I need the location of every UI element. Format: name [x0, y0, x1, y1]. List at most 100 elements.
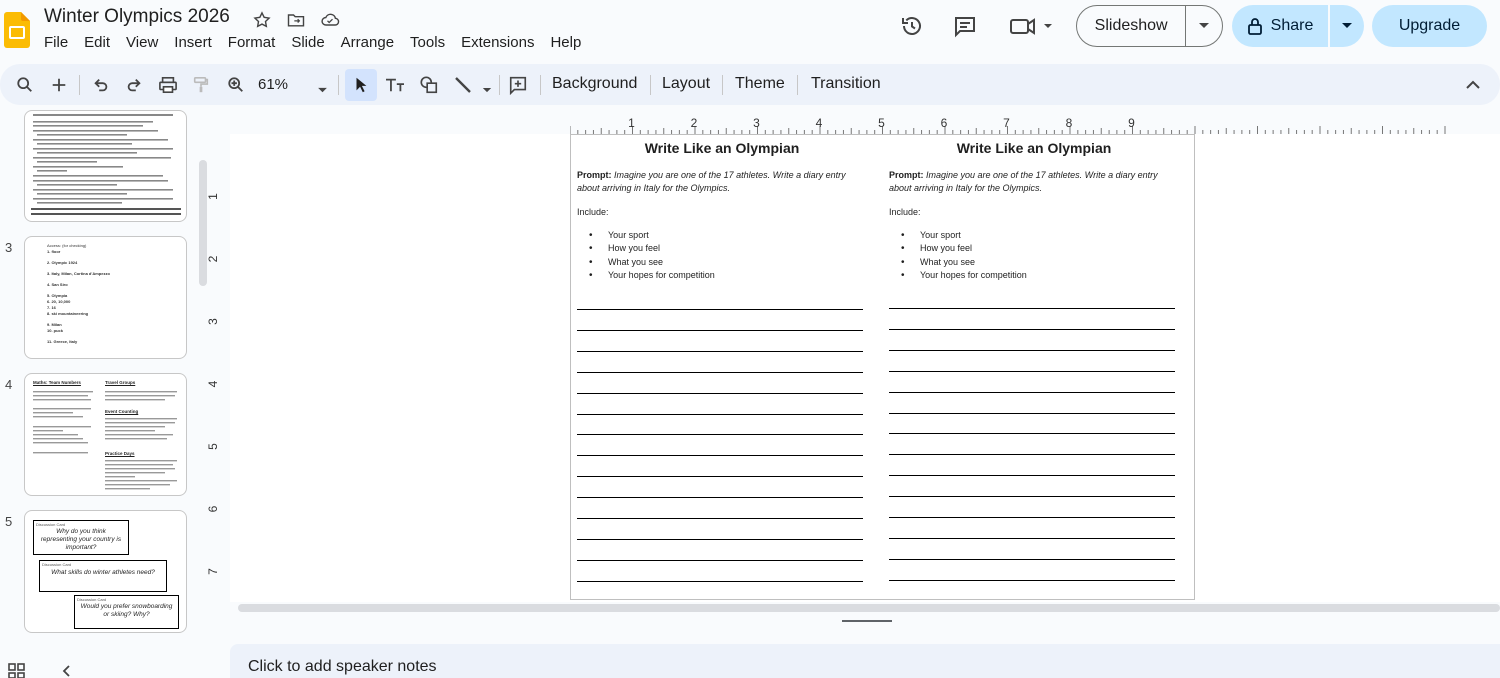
answer-line: 11. Greece, Italy [47, 339, 78, 344]
writing-line [889, 475, 1175, 477]
line-icon[interactable] [450, 72, 476, 98]
comments-icon[interactable] [951, 12, 979, 40]
discussion-card: Discussion Card Why do you think represe… [33, 520, 129, 555]
bullet-list: Your sport How you feel What you see You… [577, 229, 715, 283]
writing-line [889, 517, 1175, 518]
discussion-card-text: What skills do winter athletes need? [51, 569, 155, 576]
menu-format[interactable]: Format [220, 32, 284, 54]
menu-arrange[interactable]: Arrange [333, 32, 402, 54]
slide-thumbnail-4[interactable]: Maths: Team Numbers Travel Groups Event … [24, 373, 187, 496]
writing-line [889, 412, 1175, 414]
chevron-down-icon [1342, 23, 1352, 28]
upgrade-button[interactable]: Upgrade [1372, 5, 1487, 47]
canvas-horizontal-scrollbar[interactable] [238, 604, 1500, 612]
toolbar-divider [797, 75, 798, 95]
slides-logo-icon[interactable] [4, 12, 30, 48]
document-title[interactable]: Winter Olympics 2026 [44, 6, 230, 28]
ruler-label: 6 [941, 116, 948, 130]
paint-format-icon[interactable] [188, 72, 214, 98]
cloud-saved-icon[interactable] [319, 9, 341, 31]
layout-button[interactable]: Layout [662, 75, 710, 93]
slideshow-button[interactable]: Slideshow [1077, 6, 1185, 46]
meet-video-icon[interactable] [1008, 12, 1056, 40]
new-slide-icon[interactable] [46, 72, 72, 98]
writing-line [577, 350, 863, 352]
ruler-label: 7 [206, 568, 220, 575]
collapse-filmstrip-icon[interactable] [60, 664, 74, 678]
ruler-label: 3 [753, 116, 760, 130]
zoom-value[interactable]: 61% [258, 76, 288, 93]
undo-icon[interactable] [88, 72, 114, 98]
writing-line [889, 579, 1175, 581]
writing-line [577, 434, 863, 436]
answer-line: Access: (for checking) [47, 243, 87, 248]
ruler-label: 8 [1066, 116, 1073, 130]
menu-file[interactable]: File [36, 32, 76, 54]
menu-tools[interactable]: Tools [402, 32, 453, 54]
menu-slide[interactable]: Slide [283, 32, 332, 54]
bullet-item: What you see [577, 256, 715, 270]
search-menus-icon[interactable] [12, 72, 38, 98]
discussion-card-text: Why do you think representing your count… [40, 528, 122, 551]
answer-line: 4. San Siro [47, 282, 68, 287]
menu-extensions[interactable]: Extensions [453, 32, 542, 54]
writing-line [889, 391, 1175, 393]
line-dropdown-icon[interactable] [482, 81, 492, 99]
share-button[interactable]: Share [1232, 5, 1328, 47]
writing-line [577, 392, 863, 394]
prompt-text: Prompt: Imagine you are one of the 17 at… [577, 169, 867, 195]
select-cursor-icon[interactable] [348, 72, 374, 98]
ruler-label: 3 [206, 318, 220, 325]
slide-number-3: 3 [5, 240, 13, 255]
menu-view[interactable]: View [118, 32, 166, 54]
horizontal-ruler[interactable]: 1 2 3 4 5 6 7 8 9 [570, 116, 1500, 134]
print-icon[interactable] [155, 72, 181, 98]
writing-line [577, 329, 863, 331]
speaker-notes-placeholder[interactable]: Click to add speaker notes [248, 658, 437, 676]
collapse-toolbar-icon[interactable] [1460, 72, 1486, 98]
menu-edit[interactable]: Edit [76, 32, 118, 54]
bullet-item: Your hopes for competition [889, 269, 1027, 283]
slide-thumbnail-3[interactable]: Access: (for checking) 1. floor 2. Olymp… [24, 236, 187, 359]
include-label: Include: [577, 207, 609, 217]
answers-thumbnail-preview: Access: (for checking) 1. floor 2. Olymp… [47, 243, 177, 344]
bullet-item: How you feel [577, 242, 715, 256]
writing-line [889, 370, 1175, 372]
zoom-dropdown-icon[interactable] [317, 81, 328, 99]
menu-insert[interactable]: Insert [166, 32, 220, 54]
column-title: Write Like an Olympian [644, 140, 800, 156]
background-button[interactable]: Background [552, 75, 637, 93]
version-history-icon[interactable] [898, 12, 926, 40]
move-folder-icon[interactable] [285, 9, 307, 31]
ruler-label: 2 [206, 255, 220, 262]
answer-line: 2. Olympic 1924 [47, 260, 78, 265]
grid-view-icon[interactable] [8, 663, 26, 678]
transition-button[interactable]: Transition [811, 75, 881, 93]
current-slide[interactable]: Write Like an Olympian Prompt: Imagine y… [570, 134, 1195, 600]
writing-line [889, 558, 1175, 560]
text-box-icon[interactable] [382, 72, 408, 98]
writing-line [889, 433, 1175, 435]
notes-resize-handle[interactable] [842, 620, 892, 622]
discussion-card-text: Would you prefer snowboarding or skiing?… [80, 603, 173, 618]
redo-icon[interactable] [121, 72, 147, 98]
slideshow-options-button[interactable] [1185, 6, 1222, 46]
menu-help[interactable]: Help [542, 32, 589, 54]
share-options-button[interactable] [1328, 5, 1364, 47]
bullet-item: Your hopes for competition [577, 269, 715, 283]
star-icon[interactable] [251, 9, 273, 31]
add-comment-icon[interactable] [505, 72, 531, 98]
prompt-label: Prompt: [889, 170, 924, 180]
theme-button[interactable]: Theme [735, 75, 785, 93]
writing-line [889, 537, 1175, 539]
zoom-icon[interactable] [223, 72, 249, 98]
ruler-label: 5 [878, 116, 885, 130]
vertical-ruler[interactable]: 1 2 3 4 5 6 7 [206, 134, 228, 604]
slide-thumbnail-2[interactable] [24, 110, 187, 222]
discussion-card: Discussion Card What skills do winter at… [39, 560, 167, 592]
ruler-label: 1 [206, 193, 220, 200]
writing-line [889, 454, 1175, 456]
shape-icon[interactable] [416, 72, 442, 98]
writing-line [577, 518, 863, 519]
slide-thumbnail-5[interactable]: Discussion Card Why do you think represe… [24, 510, 187, 633]
